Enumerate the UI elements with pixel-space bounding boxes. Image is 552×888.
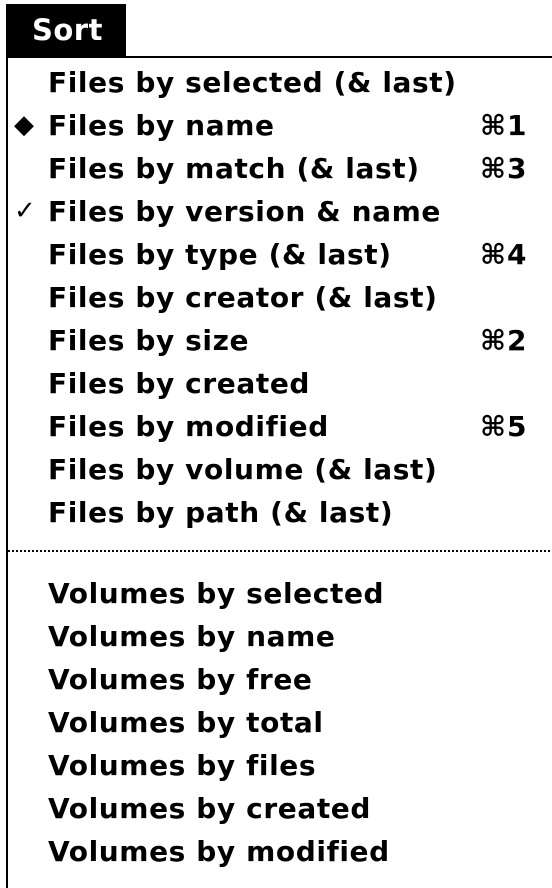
- menu-item-label: Volumes by name: [48, 620, 336, 653]
- menu-item-label: Files by path (& last): [48, 496, 394, 529]
- menu-item-volumes-by-files[interactable]: Volumes by files: [8, 744, 552, 787]
- menu-item-files-by-match[interactable]: Files by match (& last) ⌘3: [8, 147, 552, 190]
- menu-item-label: Files by creator (& last): [48, 281, 438, 314]
- menu-item-files-by-modified[interactable]: Files by modified ⌘5: [8, 405, 552, 448]
- menu-item-label: Volumes by free: [48, 663, 313, 696]
- sort-menu-title[interactable]: Sort: [6, 4, 126, 56]
- menu-item-volumes-by-selected[interactable]: Volumes by selected: [8, 572, 552, 615]
- menu-item-shortcut: ⌘2: [480, 324, 528, 357]
- menu-item-files-by-selected[interactable]: Files by selected (& last): [8, 61, 552, 104]
- sort-menu-dropdown: Files by selected (& last) ◆ Files by na…: [6, 56, 552, 888]
- menu-item-label: Files by match (& last): [48, 152, 420, 185]
- menu-item-volumes-by-free[interactable]: Volumes by free: [8, 658, 552, 701]
- menu-item-label: Files by created: [48, 367, 311, 400]
- menu-item-files-by-path[interactable]: Files by path (& last): [8, 491, 552, 534]
- menu-item-volumes-by-name[interactable]: Volumes by name: [8, 615, 552, 658]
- menu-item-files-by-name[interactable]: ◆ Files by name ⌘1: [8, 104, 552, 147]
- menu-item-label: Volumes by modified: [48, 835, 390, 868]
- menu-item-files-by-type[interactable]: Files by type (& last) ⌘4: [8, 233, 552, 276]
- menu-item-label: Volumes by selected: [48, 577, 385, 610]
- menu-item-volumes-by-modified[interactable]: Volumes by modified: [8, 830, 552, 873]
- menu-item-volumes-by-created[interactable]: Volumes by created: [8, 787, 552, 830]
- menu-item-shortcut: ⌘3: [480, 152, 528, 185]
- menu-item-shortcut: ⌘4: [480, 238, 528, 271]
- menu-item-files-by-creator[interactable]: Files by creator (& last): [8, 276, 552, 319]
- menu-item-label: Files by modified: [48, 410, 329, 443]
- menu-item-shortcut: ⌘5: [480, 410, 528, 443]
- menu-item-volumes-by-total[interactable]: Volumes by total: [8, 701, 552, 744]
- menu-item-label: Files by selected (& last): [48, 66, 457, 99]
- menu-item-label: Files by type (& last): [48, 238, 392, 271]
- menu-item-files-by-volume[interactable]: Files by volume (& last): [8, 448, 552, 491]
- menu-item-files-by-created[interactable]: Files by created: [8, 362, 552, 405]
- checkmark-icon: ✓: [14, 196, 37, 226]
- menu-item-shortcut: ⌘1: [480, 109, 528, 142]
- menu-item-label: Files by name: [48, 109, 275, 142]
- menu-item-files-by-version-name[interactable]: ✓ Files by version & name: [8, 190, 552, 233]
- menu-item-label: Files by version & name: [48, 195, 441, 228]
- menu-item-files-by-size[interactable]: Files by size ⌘2: [8, 319, 552, 362]
- menu-item-label: Files by volume (& last): [48, 453, 438, 486]
- diamond-mark-icon: ◆: [14, 110, 35, 140]
- menu-separator: [8, 550, 552, 552]
- menu-item-label: Volumes by total: [48, 706, 324, 739]
- menu-item-label: Volumes by created: [48, 792, 372, 825]
- menu-item-label: Volumes by files: [48, 749, 317, 782]
- menu-item-label: Files by size: [48, 324, 250, 357]
